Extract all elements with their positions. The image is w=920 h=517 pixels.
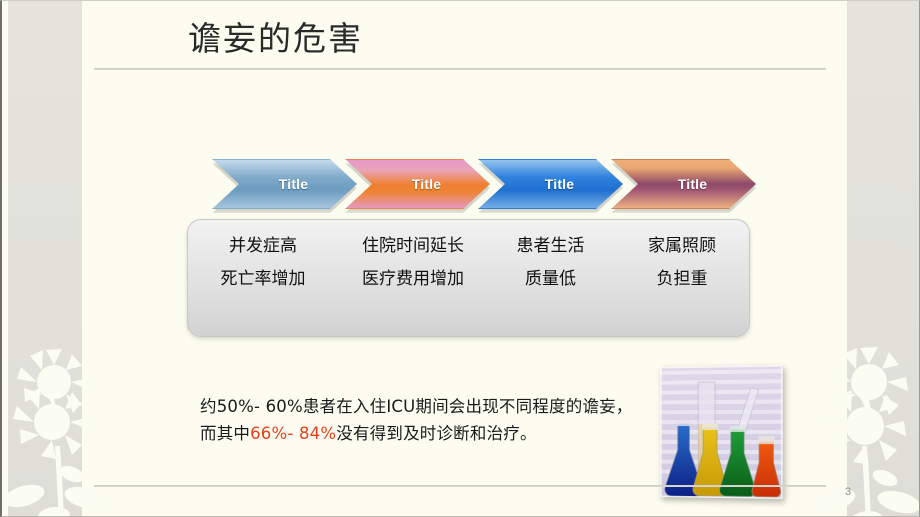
- right-decorative-band: [814, 1, 919, 516]
- summary-paragraph: 约50%- 60%患者在入住ICU期间会出现不同程度的谵妄，而其中66%- 84…: [200, 393, 640, 447]
- chevron-2[interactable]: Title: [345, 159, 490, 209]
- title-divider: [94, 68, 826, 70]
- footer-divider: [94, 485, 826, 487]
- left-band-gradient: [8, 1, 82, 516]
- sunflower-silhouette-icon: [814, 347, 919, 516]
- content-panel: 并发症高 死亡率增加 住院时间延长 医疗费用增加 患者生活 质量低 家属照顾 负…: [187, 219, 750, 337]
- chevron-1-label: Title: [278, 176, 309, 192]
- content-column-1-line-2: 死亡率增加: [220, 269, 306, 290]
- right-band-gradient: [847, 1, 919, 516]
- content-column-2-line-1: 住院时间延长: [362, 236, 464, 256]
- chevron-3-label: Title: [544, 176, 575, 192]
- chevron-2-label: Title: [411, 176, 442, 192]
- content-column-2: 住院时间延长 医疗费用增加: [338, 230, 488, 296]
- slide-title: 谵妄的危害: [188, 19, 363, 58]
- slide-number: 3: [845, 486, 852, 498]
- laboratory-flasks-photo: [660, 364, 783, 500]
- chevron-1[interactable]: Title: [212, 159, 357, 209]
- chevron-process-row: Title Title Title Title: [212, 159, 756, 213]
- content-column-2-line-2: 医疗费用增加: [362, 269, 464, 290]
- slide-canvas: 谵妄的危害 Title Title Title Title 并发症高 死亡率增加…: [0, 0, 920, 517]
- content-column-3-line-1: 患者生活: [516, 236, 585, 256]
- chevron-3[interactable]: Title: [478, 159, 623, 209]
- content-column-4: 家属照顾 负担重: [613, 230, 751, 296]
- content-columns: 并发症高 死亡率增加 住院时间延长 医疗费用增加 患者生活 质量低 家属照顾 负…: [188, 230, 751, 296]
- chevron-4[interactable]: Title: [611, 159, 756, 209]
- paragraph-highlight: 66%- 84%: [250, 424, 337, 444]
- content-column-3: 患者生活 质量低: [488, 230, 613, 296]
- content-column-4-line-2: 负担重: [656, 269, 708, 290]
- content-column-1: 并发症高 死亡率增加: [188, 230, 338, 296]
- left-decorative-band: [3, 1, 108, 516]
- paragraph-part-2: 没有得到及时诊断和治疗。: [336, 424, 537, 444]
- sunflower-silhouette-icon: [3, 349, 108, 516]
- chevron-4-label: Title: [677, 176, 708, 192]
- content-column-3-line-2: 质量低: [525, 269, 576, 290]
- content-column-4-line-1: 家属照顾: [648, 236, 716, 256]
- content-column-1-line-1: 并发症高: [229, 236, 297, 256]
